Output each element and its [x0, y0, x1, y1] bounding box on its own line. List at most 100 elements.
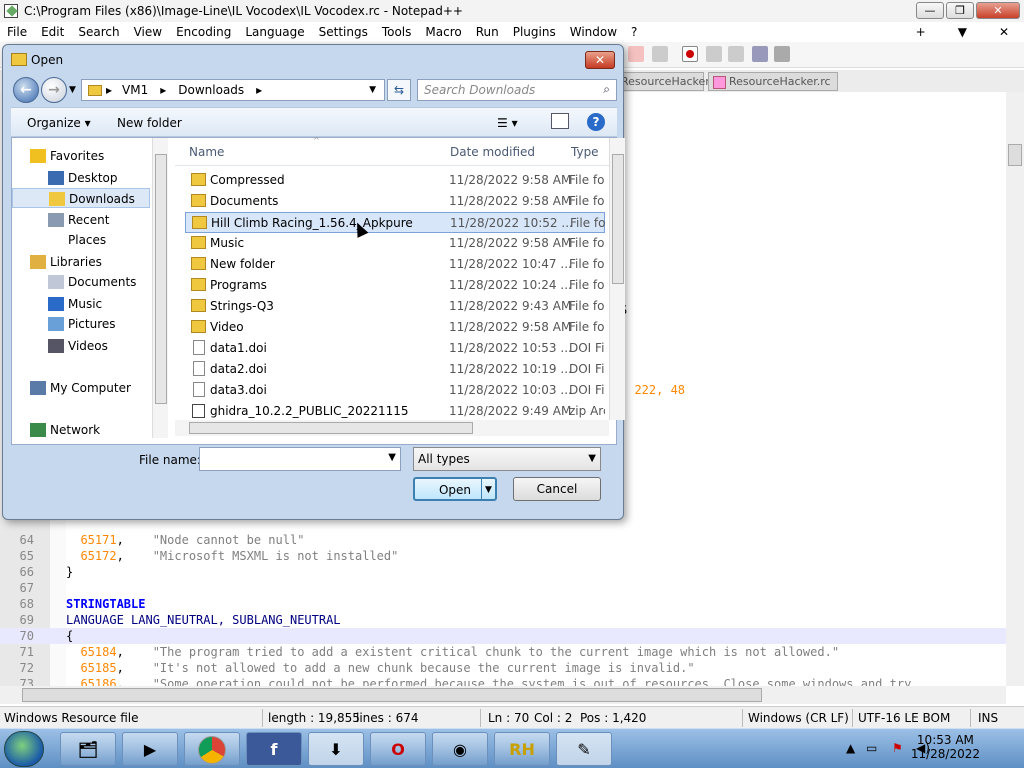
file-list-vertical-scrollbar[interactable]	[609, 138, 625, 420]
menu-tools[interactable]: Tools	[375, 25, 419, 39]
breadcrumb-downloads[interactable]: Downloads	[178, 83, 244, 97]
nav-item-network[interactable]: Network	[12, 420, 150, 440]
minimize-button[interactable]: —	[916, 2, 944, 19]
menu-edit[interactable]: Edit	[34, 25, 71, 39]
stop-macro-icon[interactable]	[706, 46, 722, 62]
code-line: 65 65172, "Microsoft MSXML is not instal…	[0, 548, 1006, 564]
refresh-icon[interactable]: ⇆	[387, 79, 411, 101]
back-arrow-icon[interactable]: ←	[13, 77, 39, 103]
nav-item-documents[interactable]: Documents	[12, 272, 150, 292]
facebook-taskbar-icon[interactable]: f	[246, 732, 302, 766]
nav-item-libraries[interactable]: Libraries	[12, 252, 150, 272]
file-row[interactable]: data2.doi 11/28/2022 10:19 ... DOI Fil	[185, 359, 605, 380]
folder-icon[interactable]	[628, 46, 644, 62]
menu-encoding[interactable]: Encoding	[169, 25, 238, 39]
start-button[interactable]	[4, 731, 44, 767]
nav-item-recent-places[interactable]: Recent Places	[12, 210, 150, 247]
column-type[interactable]: Type	[571, 145, 599, 159]
save-macro-icon[interactable]	[774, 46, 790, 62]
forward-arrow-icon[interactable]: →	[41, 77, 67, 103]
media-player-taskbar-icon[interactable]: ▶	[122, 732, 178, 766]
breadcrumb[interactable]: ▸ VM1 ▸ Downloads ▸ ▼	[81, 79, 385, 101]
file-row[interactable]: Documents 11/28/2022 9:58 AM File fol	[185, 191, 605, 212]
chevron-down-icon[interactable]: ▼	[388, 452, 396, 463]
nav-item-pictures[interactable]: Pictures	[12, 314, 150, 334]
code-line: 64 65171, "Node cannot be null"	[0, 532, 1006, 548]
breadcrumb-vm1[interactable]: VM1	[122, 83, 148, 97]
open-options-dropdown[interactable]: ▼	[481, 479, 495, 499]
network-tray-icon[interactable]: ▭	[866, 741, 877, 755]
view-options-icon[interactable]: ☰ ▾	[497, 116, 518, 130]
menu-view[interactable]: View	[127, 25, 169, 39]
record-macro-icon[interactable]	[682, 46, 698, 62]
menu-search[interactable]: Search	[71, 25, 126, 39]
notepad-plus-plus-taskbar-icon[interactable]: ✎	[556, 732, 612, 766]
horizontal-scrollbar[interactable]	[0, 686, 1006, 704]
tab-list-button[interactable]: ▼	[951, 25, 974, 39]
open-button[interactable]: Open ▼	[413, 477, 497, 501]
menu-macro[interactable]: Macro	[418, 25, 468, 39]
file-row[interactable]: data3.doi 11/28/2022 10:03 ... DOI Fil	[185, 380, 605, 401]
speaker-app-taskbar-icon[interactable]: ◉	[432, 732, 488, 766]
nav-item-music[interactable]: Music	[12, 294, 150, 314]
nav-item-my-computer[interactable]: My Computer	[12, 378, 150, 398]
nav-item-downloads[interactable]: Downloads	[12, 188, 150, 208]
column-name[interactable]: Name	[189, 145, 224, 159]
nav-item-label: My Computer	[50, 381, 131, 395]
play-macro-icon[interactable]	[728, 46, 744, 62]
dialog-close-button[interactable]: ✕	[585, 51, 615, 69]
explorer-taskbar-icon[interactable]: 🗂	[60, 732, 116, 766]
show-hidden-icons-icon[interactable]: ▲	[846, 741, 855, 755]
clock[interactable]: 10:53 AM 11/28/2022	[911, 733, 980, 761]
new-folder-button[interactable]: New folder	[117, 116, 182, 130]
filetype-select[interactable]: All types ▼	[413, 447, 601, 471]
cancel-button[interactable]: Cancel	[513, 477, 601, 501]
nav-item-desktop[interactable]: Desktop	[12, 168, 150, 188]
recent-locations-dropdown[interactable]: ▼	[69, 85, 76, 95]
filename-input[interactable]: ▼	[199, 447, 401, 471]
tab-resourcehacker-rc[interactable]: ResourceHacker.rc	[708, 72, 838, 91]
eye-icon[interactable]	[652, 46, 668, 62]
menu-language[interactable]: Language	[238, 25, 311, 39]
open-button-label: Open	[438, 483, 472, 497]
file-row[interactable]: Video 11/28/2022 9:58 AM File fol	[185, 317, 605, 338]
file-row[interactable]: data1.doi 11/28/2022 10:53 ... DOI Fil	[185, 338, 605, 359]
breadcrumb-dropdown[interactable]: ▼	[369, 85, 376, 95]
chrome-taskbar-icon[interactable]	[184, 732, 240, 766]
nav-item-videos[interactable]: Videos	[12, 336, 150, 356]
file-row[interactable]: Music 11/28/2022 9:58 AM File fol	[185, 233, 605, 254]
search-input[interactable]: Search Downloads ⌕	[417, 79, 617, 101]
menu-settings[interactable]: Settings	[312, 25, 375, 39]
file-row[interactable]: Compressed 11/28/2022 9:58 AM File fol	[185, 170, 605, 191]
nav-item-favorites[interactable]: Favorites	[12, 146, 150, 166]
opera-taskbar-icon[interactable]: O	[370, 732, 426, 766]
action-center-icon[interactable]: ⚑	[892, 741, 903, 755]
help-icon[interactable]: ?	[587, 113, 605, 131]
menu-plugins[interactable]: Plugins	[506, 25, 563, 39]
column-date-modified[interactable]: Date modified	[450, 145, 535, 159]
file-row[interactable]: New folder 11/28/2022 10:47 ... File fol	[185, 254, 605, 275]
file-list-horizontal-scrollbar[interactable]	[175, 420, 609, 436]
menu-help[interactable]: ?	[624, 25, 644, 39]
organize-button[interactable]: Organize ▾	[27, 116, 91, 130]
line-number: 66	[19, 565, 34, 579]
preview-pane-icon[interactable]	[551, 113, 569, 129]
run-macro-multiple-icon[interactable]	[752, 46, 768, 62]
menu-run[interactable]: Run	[469, 25, 506, 39]
maximize-button[interactable]: ❐	[946, 2, 974, 19]
menu-file[interactable]: File	[0, 25, 34, 39]
close-tab-button[interactable]: ✕	[992, 25, 1016, 39]
file-row[interactable]: Hill Climb Racing_1.56.4_Apkpure 11/28/20…	[185, 212, 606, 233]
resource-hacker-taskbar-icon[interactable]: RH	[494, 732, 550, 766]
file-row[interactable]: ghidra_10.2.2_PUBLIC_20221115 11/28/2022 …	[185, 401, 605, 422]
close-window-button[interactable]: ✕	[976, 2, 1020, 19]
vertical-scrollbar[interactable]	[1006, 92, 1024, 686]
nav-pane-scrollbar[interactable]	[152, 138, 168, 438]
menu-window[interactable]: Window	[563, 25, 624, 39]
file-row[interactable]: Strings-Q3 11/28/2022 9:43 AM File fol	[185, 296, 605, 317]
new-tab-button[interactable]: +	[909, 25, 933, 39]
idm-taskbar-icon[interactable]: ⬇	[308, 732, 364, 766]
code-text: STRINGTABLE	[66, 597, 146, 611]
file-row[interactable]: Programs 11/28/2022 10:24 ... File fol	[185, 275, 605, 296]
file-type: File fol	[569, 320, 605, 334]
